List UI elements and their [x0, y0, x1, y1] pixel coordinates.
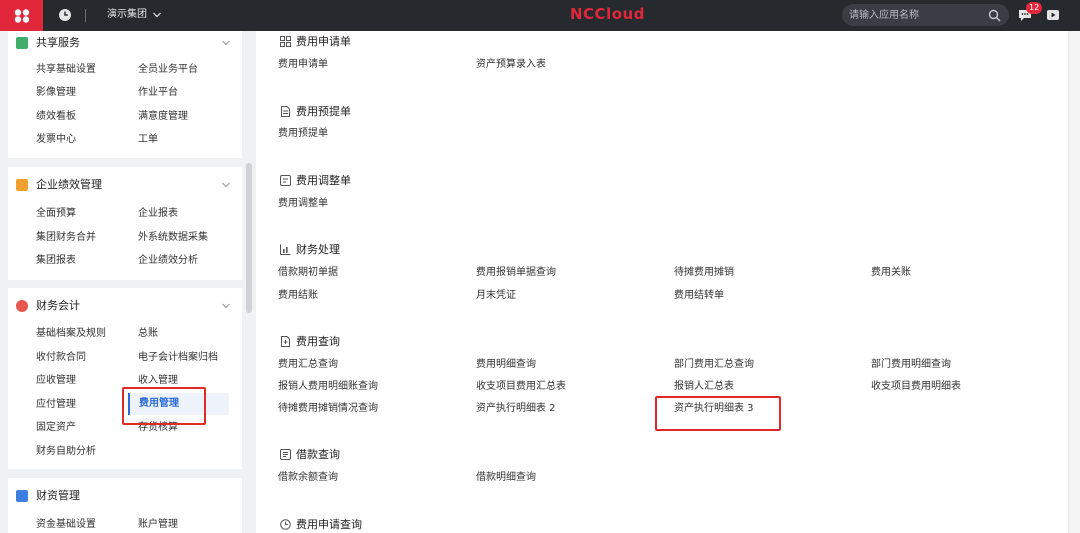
menu-link[interactable]: 费用汇总查询 — [278, 358, 338, 372]
sidebar-scrollbar[interactable] — [246, 163, 252, 313]
menu-link[interactable]: 费用调整单 — [278, 197, 328, 211]
section-title: 费用预提单 — [296, 105, 351, 118]
menu-link[interactable]: 部门费用汇总查询 — [674, 358, 754, 372]
sidebar-item[interactable]: 资金基础设置 — [36, 518, 96, 532]
video-icon[interactable] — [1046, 8, 1060, 22]
chevron-down-icon[interactable] — [152, 10, 162, 20]
sidebar-section-header[interactable]: 共享服务 — [8, 31, 242, 57]
sidebar-item[interactable]: 基础档案及规则 — [36, 327, 106, 341]
main-scrollbar[interactable] — [1071, 31, 1080, 533]
menu-link[interactable]: 资产执行明细表 2 — [476, 402, 556, 416]
menu-link[interactable]: 借款期初单据 — [278, 266, 338, 280]
menu-link[interactable]: 借款明细查询 — [476, 471, 536, 485]
sidebar-item[interactable]: 收付款合同 — [36, 351, 86, 365]
section-title: 财务处理 — [296, 243, 340, 256]
menu-link[interactable]: 费用结转单 — [674, 289, 724, 303]
sidebar-item[interactable]: 电子会计档案归档 — [138, 351, 218, 365]
sidebar-section-title: 财资管理 — [36, 489, 80, 502]
document-icon — [281, 106, 290, 117]
menu-link[interactable]: 费用结账 — [278, 289, 318, 303]
sidebar-item[interactable]: 集团报表 — [36, 254, 76, 268]
message-count-badge: 12 — [1026, 2, 1043, 14]
sidebar-item[interactable]: 账户管理 — [138, 518, 178, 532]
menu-link[interactable]: 费用报销单据查询 — [476, 266, 556, 280]
sidebar-item[interactable]: 财务自助分析 — [36, 445, 96, 459]
menu-link[interactable]: 收支项目费用明细表 — [871, 380, 961, 394]
sidebar-item[interactable]: 影像管理 — [36, 86, 76, 100]
app-logo[interactable] — [0, 0, 43, 31]
sidebar-item[interactable]: 作业平台 — [138, 86, 178, 100]
menu-link[interactable]: 费用预提单 — [278, 127, 328, 141]
section-title: 借款查询 — [296, 448, 340, 461]
menu-link[interactable]: 部门费用明细查询 — [871, 358, 951, 372]
sidebar-item[interactable]: 收入管理 — [138, 374, 178, 388]
sidebar-section-header[interactable]: 企业绩效管理 — [8, 173, 242, 199]
sidebar-section-title: 企业绩效管理 — [36, 178, 102, 191]
menu-link[interactable]: 收支项目费用汇总表 — [476, 380, 566, 394]
menu-link[interactable]: 报销人汇总表 — [674, 380, 734, 394]
sidebar-section-header[interactable]: 财资管理 — [8, 484, 242, 510]
sidebar-item[interactable]: 集团财务合并 — [36, 231, 96, 245]
search-icon[interactable] — [988, 9, 1001, 22]
sidebar-item[interactable]: 绩效看板 — [36, 110, 76, 124]
sidebar-section-header[interactable]: 财务会计 — [8, 294, 242, 320]
search-input[interactable] — [849, 7, 984, 23]
search-box — [842, 4, 1009, 26]
sidebar-item[interactable]: 应付管理 — [36, 398, 76, 412]
main-content: 费用申请单 费用申请单 资产预算录入表 费用预提单 费用预提单 费用调整单 费用… — [256, 31, 1068, 533]
chevron-down-icon[interactable] — [221, 301, 231, 311]
clock-search-icon — [280, 519, 291, 530]
sidebar-item[interactable]: 固定资产 — [36, 421, 76, 435]
chevron-down-icon[interactable] — [221, 38, 231, 48]
sidebar-item[interactable]: 企业报表 — [138, 207, 178, 221]
sidebar-item[interactable]: 全员业务平台 — [138, 63, 198, 77]
sidebar-item[interactable]: 总账 — [138, 327, 158, 341]
sidebar-section-treasury: 财资管理 资金基础设置 账户管理 — [8, 478, 242, 533]
adjust-document-icon — [280, 175, 291, 186]
sidebar-section-shared-services: 共享服务 共享基础设置 全员业务平台 影像管理 作业平台 绩效看板 满意度管理 … — [8, 31, 242, 158]
sidebar-item[interactable]: 工单 — [138, 133, 158, 147]
sidebar-section-financial-accounting: 财务会计 基础档案及规则 总账 收付款合同 电子会计档案归档 应收管理 收入管理… — [8, 288, 242, 469]
section-title: 费用调整单 — [296, 174, 351, 187]
top-bar: 演示集团 NCCloud 12 — [0, 0, 1080, 31]
menu-link[interactable]: 费用关账 — [871, 266, 911, 280]
menu-link[interactable]: 待摊费用摊销情况查询 — [278, 402, 378, 416]
flower-logo-icon — [14, 8, 29, 23]
query-document-icon — [281, 336, 290, 347]
sidebar-item[interactable]: 全面预算 — [36, 207, 76, 221]
highlight-box-expense-management — [122, 387, 206, 425]
menu-link[interactable]: 月末凭证 — [476, 289, 516, 303]
menu-link[interactable]: 借款余额查询 — [278, 471, 338, 485]
menu-link[interactable]: 费用申请单 — [278, 58, 328, 72]
menu-link[interactable]: 资产预算录入表 — [476, 58, 546, 72]
sidebar-item[interactable]: 外系统数据采集 — [138, 231, 208, 245]
highlight-box-asset-execution-detail-3 — [655, 396, 781, 431]
menu-link[interactable]: 报销人费用明细账查询 — [278, 380, 378, 394]
loan-document-icon — [280, 449, 291, 460]
chevron-down-icon[interactable] — [221, 180, 231, 190]
treasury-icon — [16, 490, 28, 502]
cloud-icon — [16, 300, 28, 312]
sidebar-item[interactable]: 企业绩效分析 — [138, 254, 198, 268]
section-title: 费用申请查询 — [296, 518, 362, 531]
sidebar-item[interactable]: 满意度管理 — [138, 110, 188, 124]
clock-icon[interactable] — [58, 8, 72, 22]
section-title: 费用申请单 — [296, 35, 351, 48]
brand-title: NCCloud — [570, 5, 645, 23]
sidebar-section-performance: 企业绩效管理 全面预算 企业报表 集团财务合并 外系统数据采集 集团报表 企业绩… — [8, 167, 242, 280]
topbar-divider — [85, 9, 86, 22]
sidebar-section-title: 财务会计 — [36, 299, 80, 312]
performance-chart-icon — [16, 179, 28, 191]
sidebar-section-title: 共享服务 — [36, 36, 80, 49]
menu-link[interactable]: 待摊费用摊销 — [674, 266, 734, 280]
section-title: 费用查询 — [296, 335, 340, 348]
sidebar-item[interactable]: 发票中心 — [36, 133, 76, 147]
grid-icon — [280, 36, 291, 47]
sidebar-item[interactable]: 共享基础设置 — [36, 63, 96, 77]
sidebar-item[interactable]: 应收管理 — [36, 374, 76, 388]
bar-chart-icon — [280, 244, 291, 255]
menu-link[interactable]: 费用明细查询 — [476, 358, 536, 372]
group-selector[interactable]: 演示集团 — [107, 8, 147, 22]
shared-services-icon — [16, 37, 28, 49]
